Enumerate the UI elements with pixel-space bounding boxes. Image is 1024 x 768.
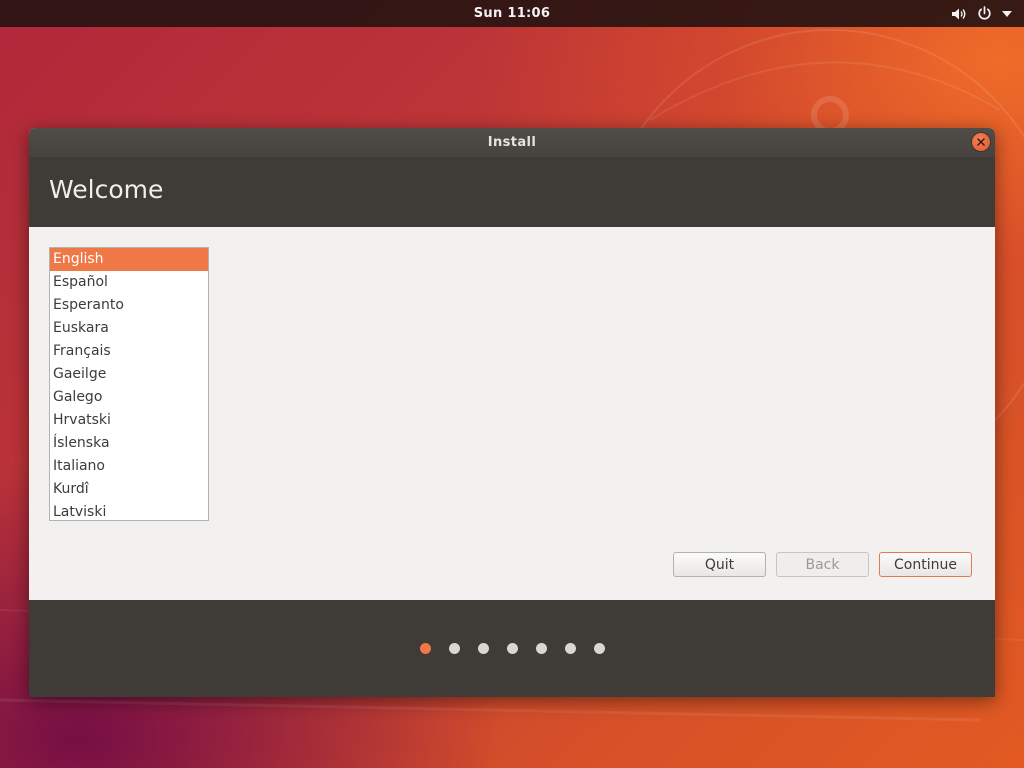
top-bar: Sun 11:06 bbox=[0, 0, 1024, 27]
power-icon[interactable] bbox=[977, 6, 992, 21]
language-item[interactable]: Esperanto bbox=[50, 294, 208, 317]
quit-button[interactable]: Quit bbox=[673, 552, 766, 577]
language-item[interactable]: Français bbox=[50, 340, 208, 363]
content-area: English Español Esperanto Euskara França… bbox=[29, 227, 995, 600]
language-item[interactable]: Íslenska bbox=[50, 432, 208, 455]
language-list[interactable]: English Español Esperanto Euskara França… bbox=[49, 247, 209, 521]
installer-window: Install Welcome English Español Esperant… bbox=[29, 128, 995, 697]
menu-arrow-icon[interactable] bbox=[1002, 10, 1012, 17]
step-dot bbox=[593, 643, 605, 654]
window-title: Install bbox=[487, 135, 537, 150]
continue-button[interactable]: Continue bbox=[879, 552, 972, 577]
language-item[interactable]: Hrvatski bbox=[50, 409, 208, 432]
step-dot bbox=[506, 643, 518, 654]
step-indicator bbox=[29, 643, 995, 654]
step-dot bbox=[535, 643, 547, 654]
page-header: Welcome bbox=[29, 157, 995, 227]
back-button[interactable]: Back bbox=[776, 552, 869, 577]
volume-icon[interactable] bbox=[951, 7, 967, 21]
language-item[interactable]: Español bbox=[50, 271, 208, 294]
language-item[interactable]: Galego bbox=[50, 386, 208, 409]
system-tray[interactable] bbox=[951, 0, 1012, 27]
language-item[interactable]: Gaeilge bbox=[50, 363, 208, 386]
language-item[interactable]: Italiano bbox=[50, 455, 208, 478]
step-dot bbox=[448, 643, 460, 654]
page-title: Welcome bbox=[49, 175, 164, 204]
progress-footer bbox=[29, 600, 995, 697]
step-dot bbox=[564, 643, 576, 654]
window-titlebar[interactable]: Install bbox=[29, 128, 995, 157]
step-dot-active bbox=[419, 643, 431, 654]
clock[interactable]: Sun 11:06 bbox=[0, 0, 1024, 27]
language-item[interactable]: Kurdî bbox=[50, 478, 208, 501]
language-item[interactable]: English bbox=[50, 248, 208, 271]
language-item[interactable]: Latviski bbox=[50, 501, 208, 520]
language-item[interactable]: Euskara bbox=[50, 317, 208, 340]
close-button[interactable] bbox=[972, 133, 990, 151]
step-dot bbox=[477, 643, 489, 654]
close-icon bbox=[977, 138, 985, 146]
